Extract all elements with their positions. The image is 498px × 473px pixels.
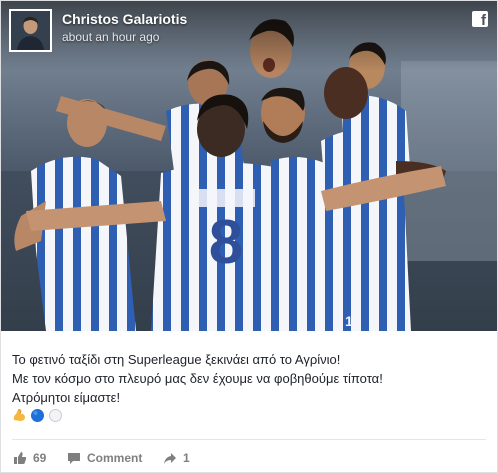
- comment-button[interactable]: Comment: [67, 451, 142, 465]
- white-circle-icon: [49, 408, 62, 422]
- caption-line: Ατρόμητοι είμαστε!: [12, 390, 121, 405]
- emoji-row: [12, 407, 63, 423]
- share-count: 1: [183, 451, 190, 465]
- blue-circle-icon: [31, 408, 44, 422]
- divider: [12, 439, 486, 440]
- avatar[interactable]: [9, 9, 52, 52]
- caption-line: Με τον κόσμο στο πλευρό μας δεν έχουμε ν…: [12, 371, 383, 386]
- share-arrow-icon: [164, 453, 176, 464]
- like-count: 69: [33, 451, 47, 465]
- flexed-biceps-icon: [13, 408, 25, 421]
- jersey-number-small: 15: [345, 313, 361, 329]
- comment-icon: [68, 453, 80, 464]
- share-button[interactable]: 1: [163, 451, 190, 465]
- comment-label: Comment: [87, 451, 143, 465]
- post-caption: Το φετινό ταξίδι στη Superleague ξεκινάε…: [12, 350, 488, 407]
- thumbs-up-icon: [14, 452, 27, 464]
- facebook-icon[interactable]: f: [472, 11, 488, 29]
- avatar-person-icon: [11, 11, 50, 50]
- author-name[interactable]: Christos Galariotis: [62, 11, 187, 27]
- jersey-number: 8: [209, 208, 243, 277]
- caption-line: Το φετινό ταξίδι στη Superleague ξεκινάε…: [12, 352, 341, 367]
- post-timestamp[interactable]: about an hour ago: [62, 30, 159, 44]
- post-photo[interactable]: 15 8 Christos Galariotis about an hour a…: [1, 1, 497, 331]
- social-post-card: 15 8 Christos Galariotis about an hour a…: [0, 0, 498, 473]
- like-button[interactable]: 69: [13, 451, 46, 465]
